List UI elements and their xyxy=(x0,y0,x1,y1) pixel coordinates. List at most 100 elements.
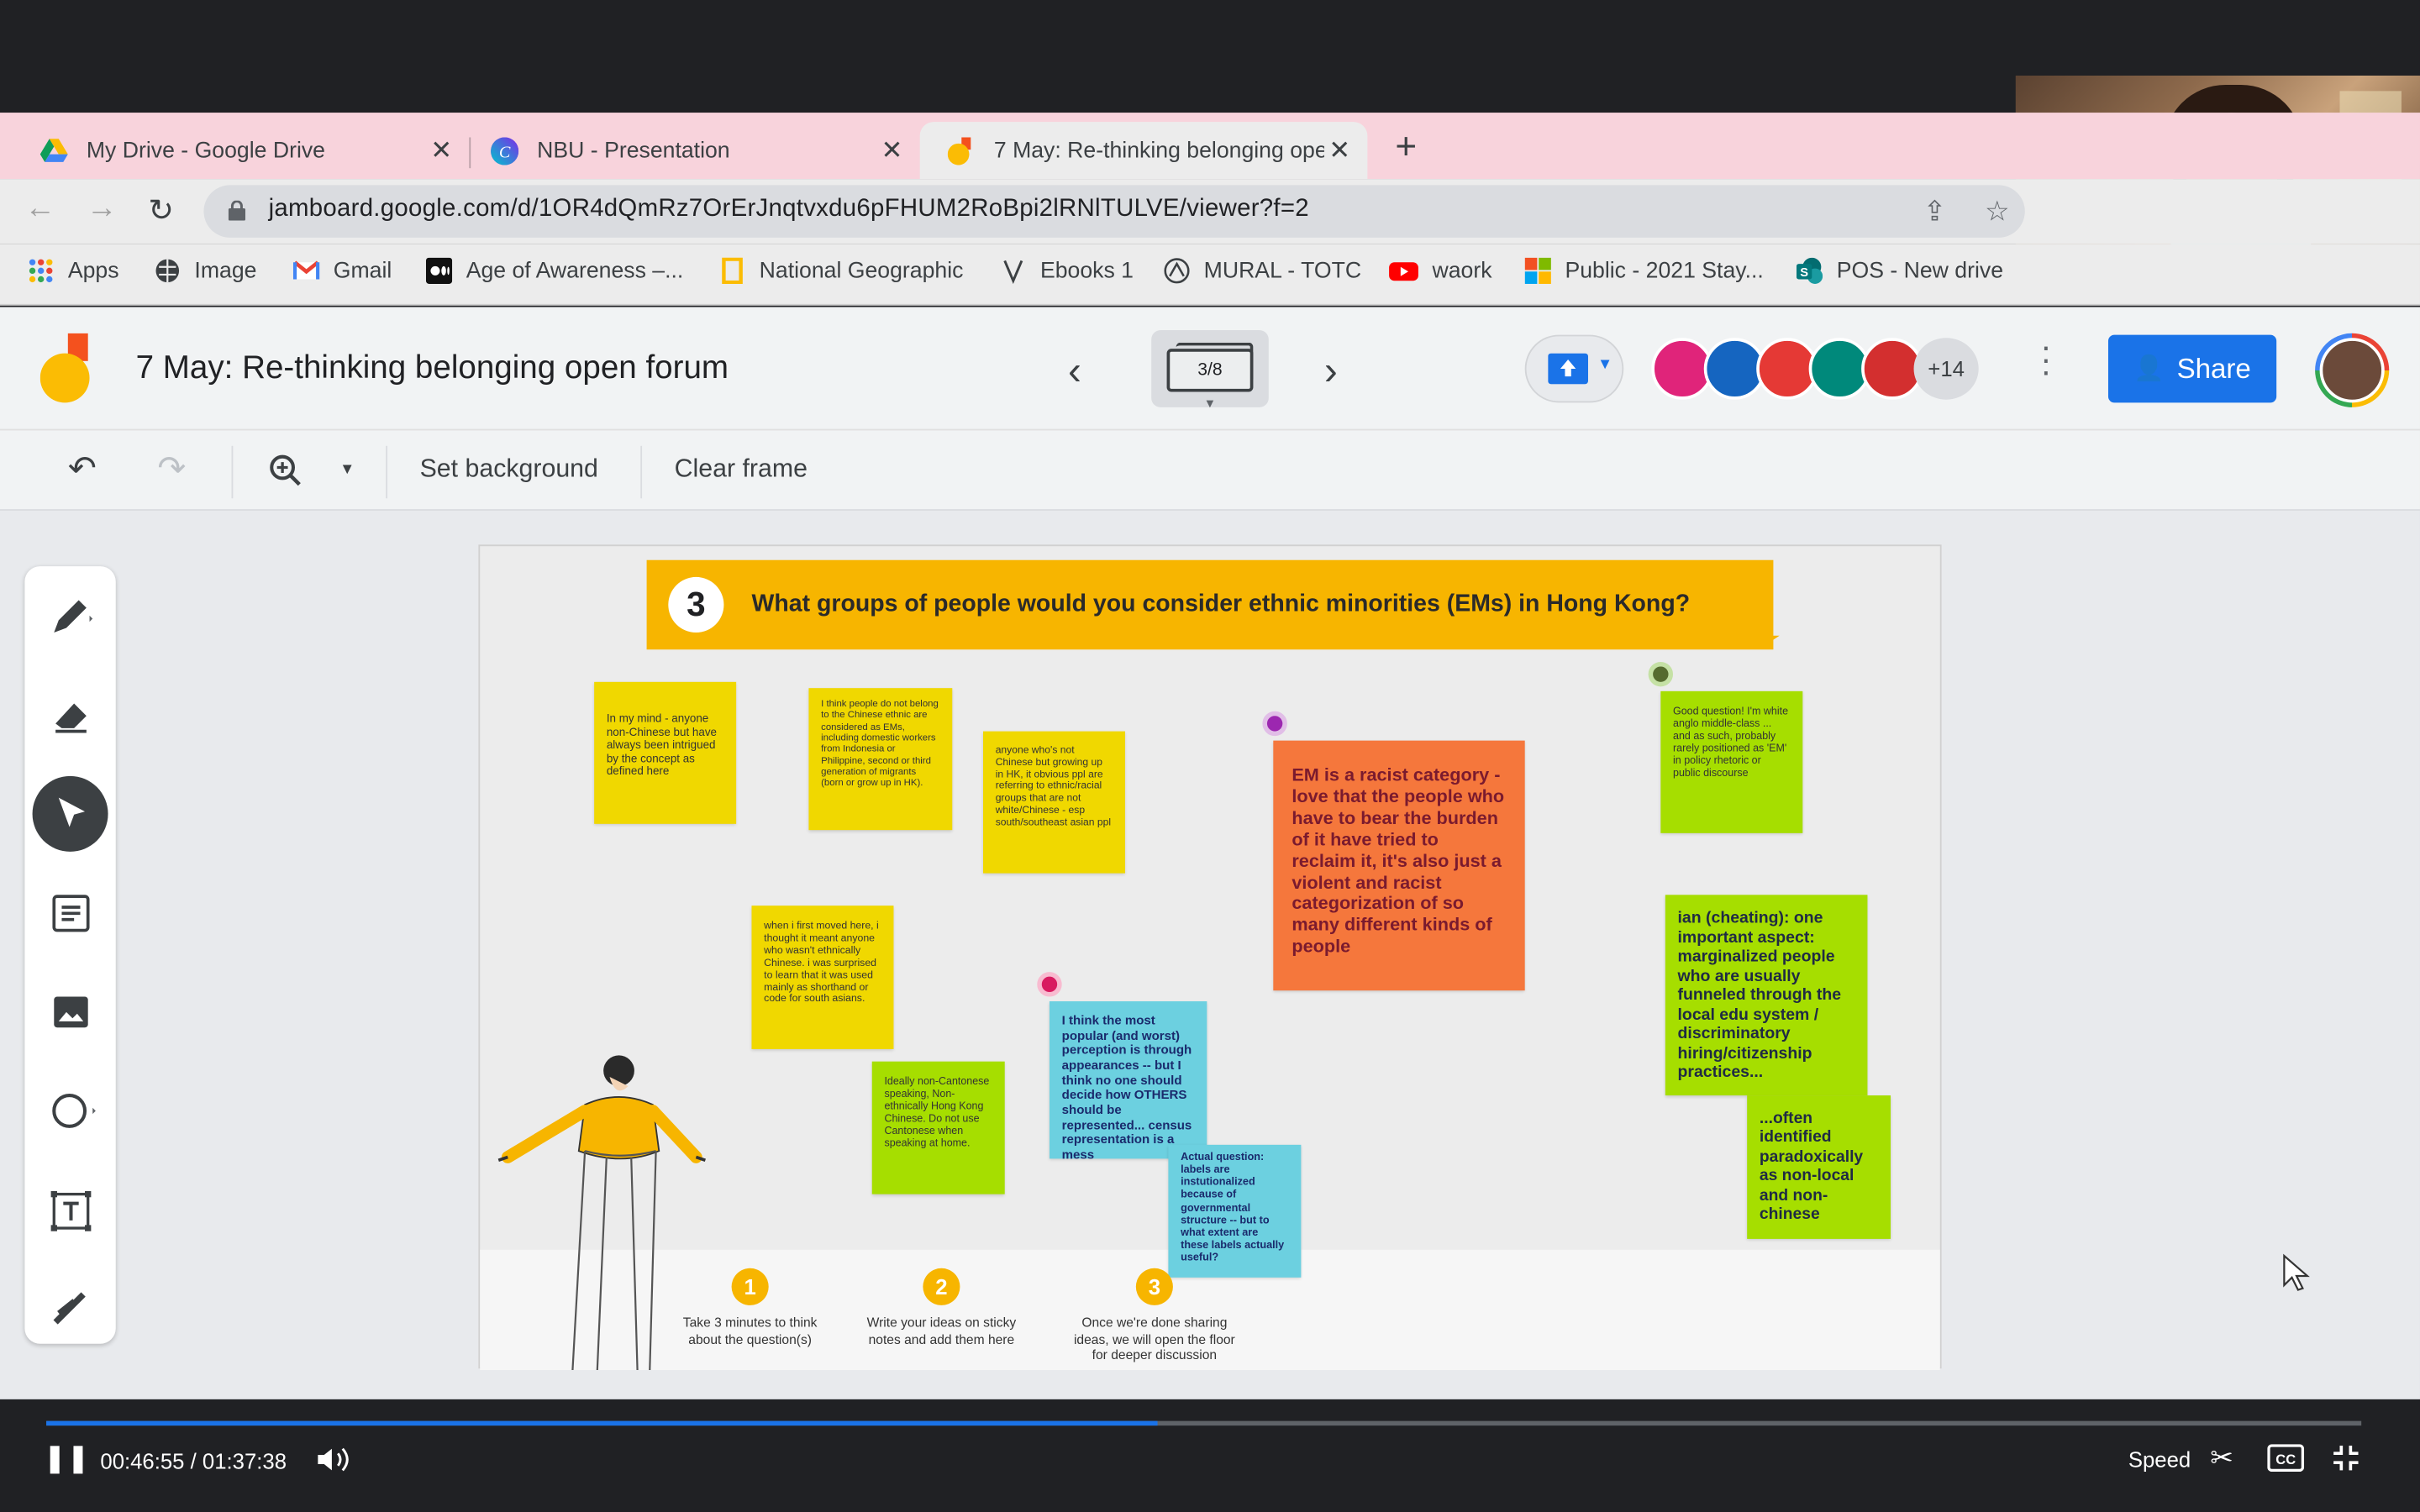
more-collaborators-badge[interactable]: +14 xyxy=(1913,338,1979,400)
step-number: 1 xyxy=(731,1268,769,1305)
more-options-icon[interactable]: · · · xyxy=(2040,329,2051,388)
redo-icon[interactable]: ↷ xyxy=(157,449,186,489)
mural-icon xyxy=(1164,258,1190,284)
exit-fullscreen-icon[interactable] xyxy=(2332,1444,2360,1472)
gmail-icon xyxy=(292,260,320,280)
bookmark-gmail[interactable]: Gmail xyxy=(292,258,392,284)
map-pin-icon xyxy=(1262,711,1287,737)
circle-shape-icon[interactable] xyxy=(50,1091,99,1131)
question-text: What groups of people would you consider… xyxy=(751,591,1691,617)
sticky-note[interactable]: Actual question: labels are instutionali… xyxy=(1168,1144,1302,1278)
playback-time: 00:46:55 / 01:37:38 xyxy=(100,1448,287,1474)
tab-title: My Drive - Google Drive xyxy=(86,138,326,163)
bookmark-national-geographic[interactable]: National Geographic xyxy=(719,257,963,284)
jam-title[interactable]: 7 May: Re-thinking belonging open forum xyxy=(136,350,729,387)
chevron-down-icon[interactable]: ▼ xyxy=(339,461,355,478)
clip-scissors-icon[interactable]: ✂ xyxy=(2210,1442,2233,1475)
user-avatar[interactable] xyxy=(2315,333,2390,407)
jam-frame[interactable]: 3 What groups of people would you consid… xyxy=(478,544,1942,1371)
sticky-note[interactable]: I think the most popular (and worst) per… xyxy=(1049,1001,1207,1159)
svg-text:C: C xyxy=(499,142,511,160)
microsoft-icon xyxy=(1524,257,1551,284)
bookmark-image[interactable]: Image xyxy=(155,258,256,284)
sticky-note[interactable]: ian (cheating): one important aspect: ma… xyxy=(1665,895,1868,1096)
chevron-down-icon: ▼ xyxy=(1597,356,1613,374)
tab-nbu-presentation[interactable]: C NBU - Presentation ✕ xyxy=(463,122,920,179)
sticky-note[interactable]: Good question! I'm white anglo middle-cl… xyxy=(1660,690,1803,833)
reload-icon[interactable]: ↻ xyxy=(148,192,174,230)
close-tab-icon[interactable]: ✕ xyxy=(1324,135,1355,166)
set-background-button[interactable]: Set background xyxy=(420,455,598,485)
pause-icon[interactable]: ❚❚ xyxy=(43,1442,89,1475)
laser-icon[interactable] xyxy=(50,1289,92,1329)
text-box-icon[interactable] xyxy=(50,1189,92,1232)
bookmark-star-icon[interactable]: ☆ xyxy=(1985,196,2010,228)
close-tab-icon[interactable]: ✕ xyxy=(426,135,457,166)
question-number: 3 xyxy=(668,576,724,633)
step-text: Take 3 minutes to think about the questi… xyxy=(682,1314,818,1347)
bookmarks-bar: Apps Image Gmail Age of Awareness –... N… xyxy=(0,244,2420,306)
vellum-icon xyxy=(1003,260,1023,284)
closed-captions-icon[interactable]: CC xyxy=(2267,1444,2305,1473)
playback-progress-fill xyxy=(46,1420,1158,1426)
sticky-note[interactable]: EM is a racist category - love that the … xyxy=(1273,740,1525,991)
frame-bar-button[interactable]: 3/8 ▼ xyxy=(1151,330,1269,411)
video-controls: ❚❚ 00:46:55 / 01:37:38 Speed ✂ CC xyxy=(0,1399,2420,1512)
bookmark-waork[interactable]: waork xyxy=(1389,258,1492,284)
sticky-note[interactable]: I think people do not belong to the Chin… xyxy=(808,688,953,831)
mouse-cursor-icon xyxy=(2283,1253,2310,1291)
undo-icon[interactable]: ↶ xyxy=(68,449,97,489)
bookmark-age-of-awareness[interactable]: Age of Awareness –... xyxy=(425,257,683,284)
tab-jamboard[interactable]: 7 May: Re-thinking belonging open forum … xyxy=(919,122,1368,180)
sticky-note[interactable]: In my mind - anyone non-Chinese but have… xyxy=(594,681,737,824)
bookmark-ebooks[interactable]: Ebooks 1 xyxy=(1000,258,1134,284)
volume-icon[interactable] xyxy=(315,1444,352,1475)
bookmark-apps[interactable]: Apps xyxy=(28,258,119,284)
bookmark-mural[interactable]: MURAL - TOTC xyxy=(1164,258,1361,284)
sticky-note[interactable]: anyone who's not Chinese but growing up … xyxy=(982,731,1125,874)
close-tab-icon[interactable]: ✕ xyxy=(876,135,908,166)
tab-google-drive[interactable]: My Drive - Google Drive ✕ xyxy=(13,122,470,179)
canva-icon: C xyxy=(491,136,519,165)
forward-icon[interactable]: → xyxy=(87,192,118,227)
person-add-icon: 👤 xyxy=(2133,356,2165,383)
bookmark-public-2021[interactable]: Public - 2021 Stay... xyxy=(1524,257,1764,284)
url-text: jamboard.google.com/d/1OR4dQmRz7OrErJnqt… xyxy=(268,196,1309,223)
add-image-icon[interactable] xyxy=(51,992,92,1032)
sharepoint-icon: S xyxy=(1796,257,1823,284)
speed-button[interactable]: Speed xyxy=(2128,1447,2191,1472)
back-icon[interactable]: ← xyxy=(24,192,55,227)
url-bar[interactable]: jamboard.google.com/d/1OR4dQmRz7OrErJnqt… xyxy=(203,185,2025,238)
sticky-note[interactable]: ...often identified paradoxically as non… xyxy=(1747,1095,1891,1239)
tab-title: 7 May: Re-thinking belonging open forum xyxy=(993,138,1324,163)
zoom-icon[interactable] xyxy=(269,454,302,487)
tab-title: NBU - Presentation xyxy=(537,138,730,163)
jamboard-icon xyxy=(947,136,971,165)
tab-strip: My Drive - Google Drive ✕ C NBU - Presen… xyxy=(0,113,2420,180)
previous-frame-icon[interactable]: ‹ xyxy=(1068,347,1081,395)
lock-icon xyxy=(228,200,246,221)
bookmark-pos-new-drive[interactable]: S POS - New drive xyxy=(1796,257,2003,284)
next-frame-icon[interactable]: › xyxy=(1324,347,1338,395)
chevron-down-icon: ▼ xyxy=(1203,396,1217,411)
question-banner: 3 What groups of people would you consid… xyxy=(646,559,1774,650)
screen: My Drive - Google Drive ✕ C NBU - Presen… xyxy=(0,0,2420,1512)
svg-text:CC: CC xyxy=(2275,1452,2296,1467)
sticky-note[interactable]: Ideally non-Cantonese speaking, Non-ethn… xyxy=(871,1061,1005,1194)
cursor-select-icon xyxy=(58,797,86,827)
share-button[interactable]: 👤 Share xyxy=(2107,334,2277,403)
google-drive-icon xyxy=(39,138,68,161)
pen-icon[interactable] xyxy=(50,597,96,638)
map-pin-icon xyxy=(1648,661,1674,687)
new-tab-icon[interactable]: + xyxy=(1395,127,1417,170)
clear-frame-button[interactable]: Clear frame xyxy=(675,455,808,485)
playback-progress-bar[interactable] xyxy=(46,1420,2362,1426)
sticky-note[interactable]: when i first moved here, i thought it me… xyxy=(751,906,894,1049)
sticky-note-icon[interactable] xyxy=(51,893,92,933)
image-globe-icon xyxy=(155,259,180,283)
present-button[interactable]: ▼ xyxy=(1524,334,1624,403)
eraser-icon[interactable] xyxy=(50,696,92,736)
share-page-icon[interactable]: ⇪ xyxy=(1923,196,1947,228)
youtube-icon xyxy=(1389,262,1418,281)
tool-sidebar xyxy=(24,566,116,1344)
